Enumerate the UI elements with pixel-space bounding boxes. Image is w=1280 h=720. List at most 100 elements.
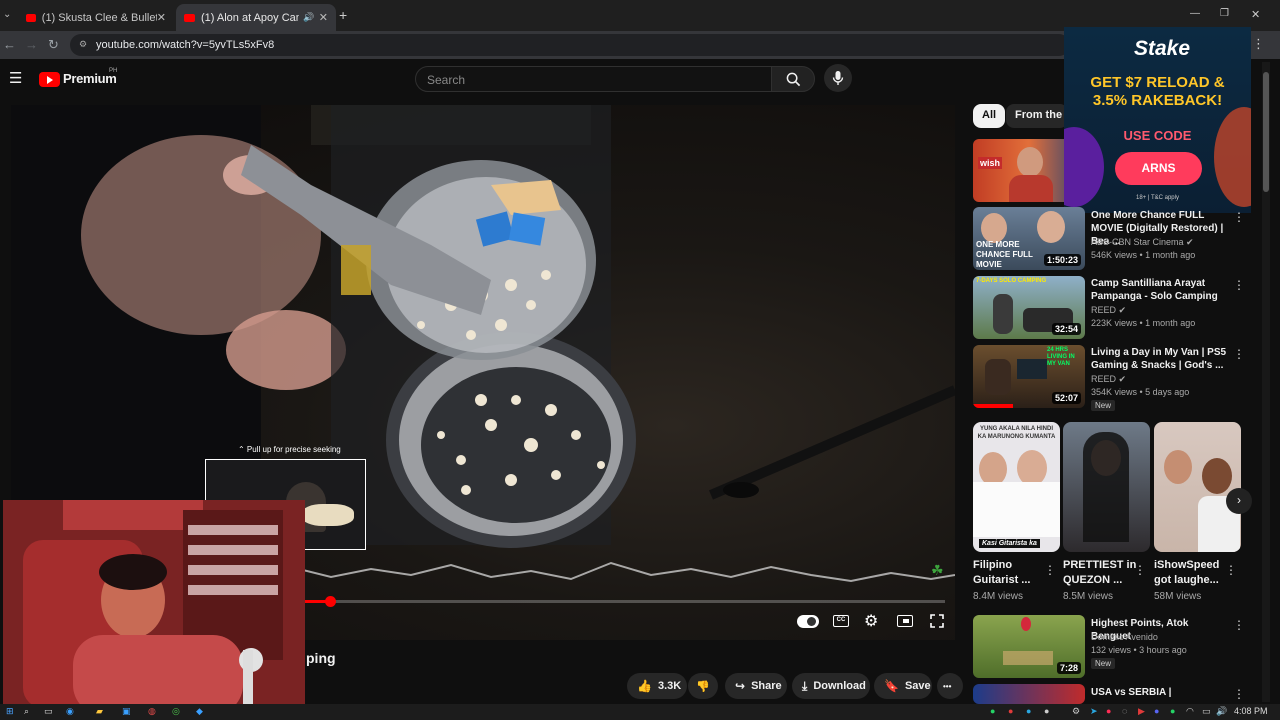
share-button[interactable]: ↪ Share [725,673,787,699]
new-tab-button[interactable]: + [339,7,347,23]
dislike-button[interactable]: 👎 [688,673,718,699]
chrome-icon[interactable]: ◎ [172,706,180,717]
short-thumbnail[interactable]: YUNG AKALA NILA HINDI KA MARUNONG KUMANT… [973,422,1060,552]
rec-video-title[interactable]: Camp Santilliana Arayat Pampanga - Solo … [1091,277,1229,303]
video-thumbnail[interactable]: 7-DAYS SOLO CAMPING 32:54 [973,276,1085,339]
new-badge: New [1091,400,1116,411]
download-button[interactable]: ⤓ Download [792,673,870,699]
settings-gear-icon[interactable]: ⚙ [864,611,878,631]
restore-button[interactable]: ❐ [1220,8,1229,19]
captions-icon[interactable]: CC [833,615,849,627]
rec-menu-icon[interactable]: ⋮ [1233,278,1245,292]
fullscreen-icon[interactable] [930,614,944,628]
reload-icon[interactable]: ↻ [48,37,59,53]
app-icon[interactable]: ◆ [196,706,203,717]
volume-icon[interactable]: 🔊 [1216,706,1227,717]
site-info-icon[interactable]: ⚙ [79,39,87,50]
tray-app-icon[interactable]: ● [1106,706,1111,716]
search-icon [786,72,801,87]
start-menu-icon[interactable]: ⊞ [6,706,14,717]
audio-playing-icon[interactable]: 🔊 [303,12,314,23]
like-count: 3.3K [657,680,682,692]
telegram-icon[interactable]: ➤ [1090,706,1098,717]
store-icon[interactable]: ▣ [122,706,131,717]
close-tab-icon[interactable]: ✕ [157,11,166,24]
search-input[interactable]: Search [415,66,772,92]
save-button[interactable]: 🔖 Save [874,673,932,699]
close-window-button[interactable]: ✕ [1251,8,1260,21]
browser-menu-icon[interactable]: ⋮ [1252,36,1265,52]
short-thumbnail[interactable] [1154,422,1241,552]
miniplayer-icon[interactable] [897,615,913,627]
tray-app-icon[interactable]: ● [1170,706,1175,716]
more-actions-button[interactable]: ••• [937,673,963,699]
wifi-icon[interactable]: ◠ [1186,706,1194,717]
tray-app-icon[interactable]: ▶ [1138,706,1145,717]
discord-icon[interactable]: ● [1154,706,1159,716]
rec-video-title[interactable]: USA vs SERBIA | SEMIFINALS [1091,686,1229,700]
file-explorer-icon[interactable]: ▰ [96,706,103,717]
rec-menu-icon[interactable]: ⋮ [1233,210,1245,224]
search-button[interactable] [771,66,815,92]
rec-menu-icon[interactable]: ⋮ [1233,618,1245,632]
short-thumbnail[interactable] [1063,422,1150,552]
youtube-logo[interactable]: Premium PH [39,68,119,90]
progress-bar[interactable] [305,596,945,607]
short-menu-icon[interactable]: ⋮ [1044,563,1056,577]
close-tab-icon[interactable]: ✕ [319,11,328,24]
short-title[interactable]: PRETTIEST in QUEZON ... [1063,558,1138,588]
autoplay-toggle[interactable] [797,615,819,628]
search-icon[interactable]: ⌕ [24,706,29,717]
url-field[interactable]: ⚙ youtube.com/watch?v=5yvTLs5xFv8 [70,34,1070,56]
scrollbar-thumb[interactable] [1263,72,1269,192]
display-icon[interactable]: ▭ [1202,706,1211,717]
channel-watermark-icon[interactable]: ☘ [931,562,944,579]
browser-tab-active[interactable]: (1) Alon at Apoy Camp Palaw 🔊 ✕ [176,4,336,31]
thumbs-down-icon: 👎 [696,680,710,693]
voice-search-button[interactable] [824,64,852,92]
rec-video-title[interactable]: Living a Day in My Van | PS5 Gaming & Sn… [1091,346,1229,372]
rec-channel[interactable]: ABS-CBN Star Cinema ✔ [1091,236,1194,249]
chip-from-series[interactable]: From the se [1006,104,1068,128]
short-title[interactable]: iShowSpeed got laughe... [1154,558,1229,588]
rec-menu-icon[interactable]: ⋮ [1233,687,1245,701]
task-view-icon[interactable]: ▭ [44,706,53,717]
rec-channel[interactable]: Dominic Avenido [1091,631,1158,644]
tray-app-icon[interactable]: ● [1008,706,1013,716]
shorts-next-button[interactable]: › [1226,488,1252,514]
short-menu-icon[interactable]: ⋮ [1225,563,1237,577]
chevron-right-icon: › [1237,493,1241,507]
tray-app-icon[interactable]: ● [1044,706,1049,716]
youtube-favicon-icon [26,13,36,22]
edge-icon[interactable]: ◉ [66,706,74,717]
video-thumbnail[interactable]: 7:28 [973,615,1085,678]
hamburger-menu-icon[interactable]: ☰ [9,69,22,87]
rec-menu-icon[interactable]: ⋮ [1233,347,1245,361]
forward-icon[interactable]: → [25,37,38,52]
page-scrollbar[interactable] [1262,62,1270,702]
scrubber-handle[interactable] [325,596,336,607]
tray-app-icon[interactable]: ● [1026,706,1031,716]
clock[interactable]: 4:08 PM [1234,706,1268,716]
video-thumbnail[interactable]: 24 HRS LIVING IN MY VAN 52:07 [973,345,1085,408]
tray-app-icon[interactable]: ◌ [1122,706,1127,716]
video-thumbnail[interactable]: ONE MORE CHANCE FULL MOVIE 1:50:23 [973,207,1085,270]
stake-ad-banner[interactable]: Stake GET $7 RELOAD & 3.5% RAKEBACK! USE… [1064,27,1251,213]
settings-icon[interactable]: ⚙ [1072,706,1080,717]
rec-channel[interactable]: REED ✔ [1091,373,1126,386]
like-button[interactable]: 👍 3.3K [627,673,687,699]
short-menu-icon[interactable]: ⋮ [1134,563,1146,577]
ad-wheel-decoration [1214,107,1251,207]
video-thumbnail[interactable] [973,684,1085,704]
chip-all[interactable]: All [973,104,1006,128]
ad-code-button[interactable]: ARNS [1115,152,1202,185]
tab-list-icon[interactable]: ⌄ [3,9,11,20]
browser-tab[interactable]: (1) Skusta Clee & Bullet D - "Dy ✕ [18,4,174,31]
tab-title: (1) Skusta Clee & Bullet D - "Dy [41,11,157,24]
back-icon[interactable]: ← [3,37,16,52]
minimize-button[interactable]: — [1190,8,1200,19]
rec-channel[interactable]: REED ✔ [1091,304,1126,317]
whatsapp-icon[interactable]: ● [990,706,995,716]
short-title[interactable]: Filipino Guitarist ... [973,558,1048,588]
app-icon[interactable]: ◍ [148,706,156,717]
